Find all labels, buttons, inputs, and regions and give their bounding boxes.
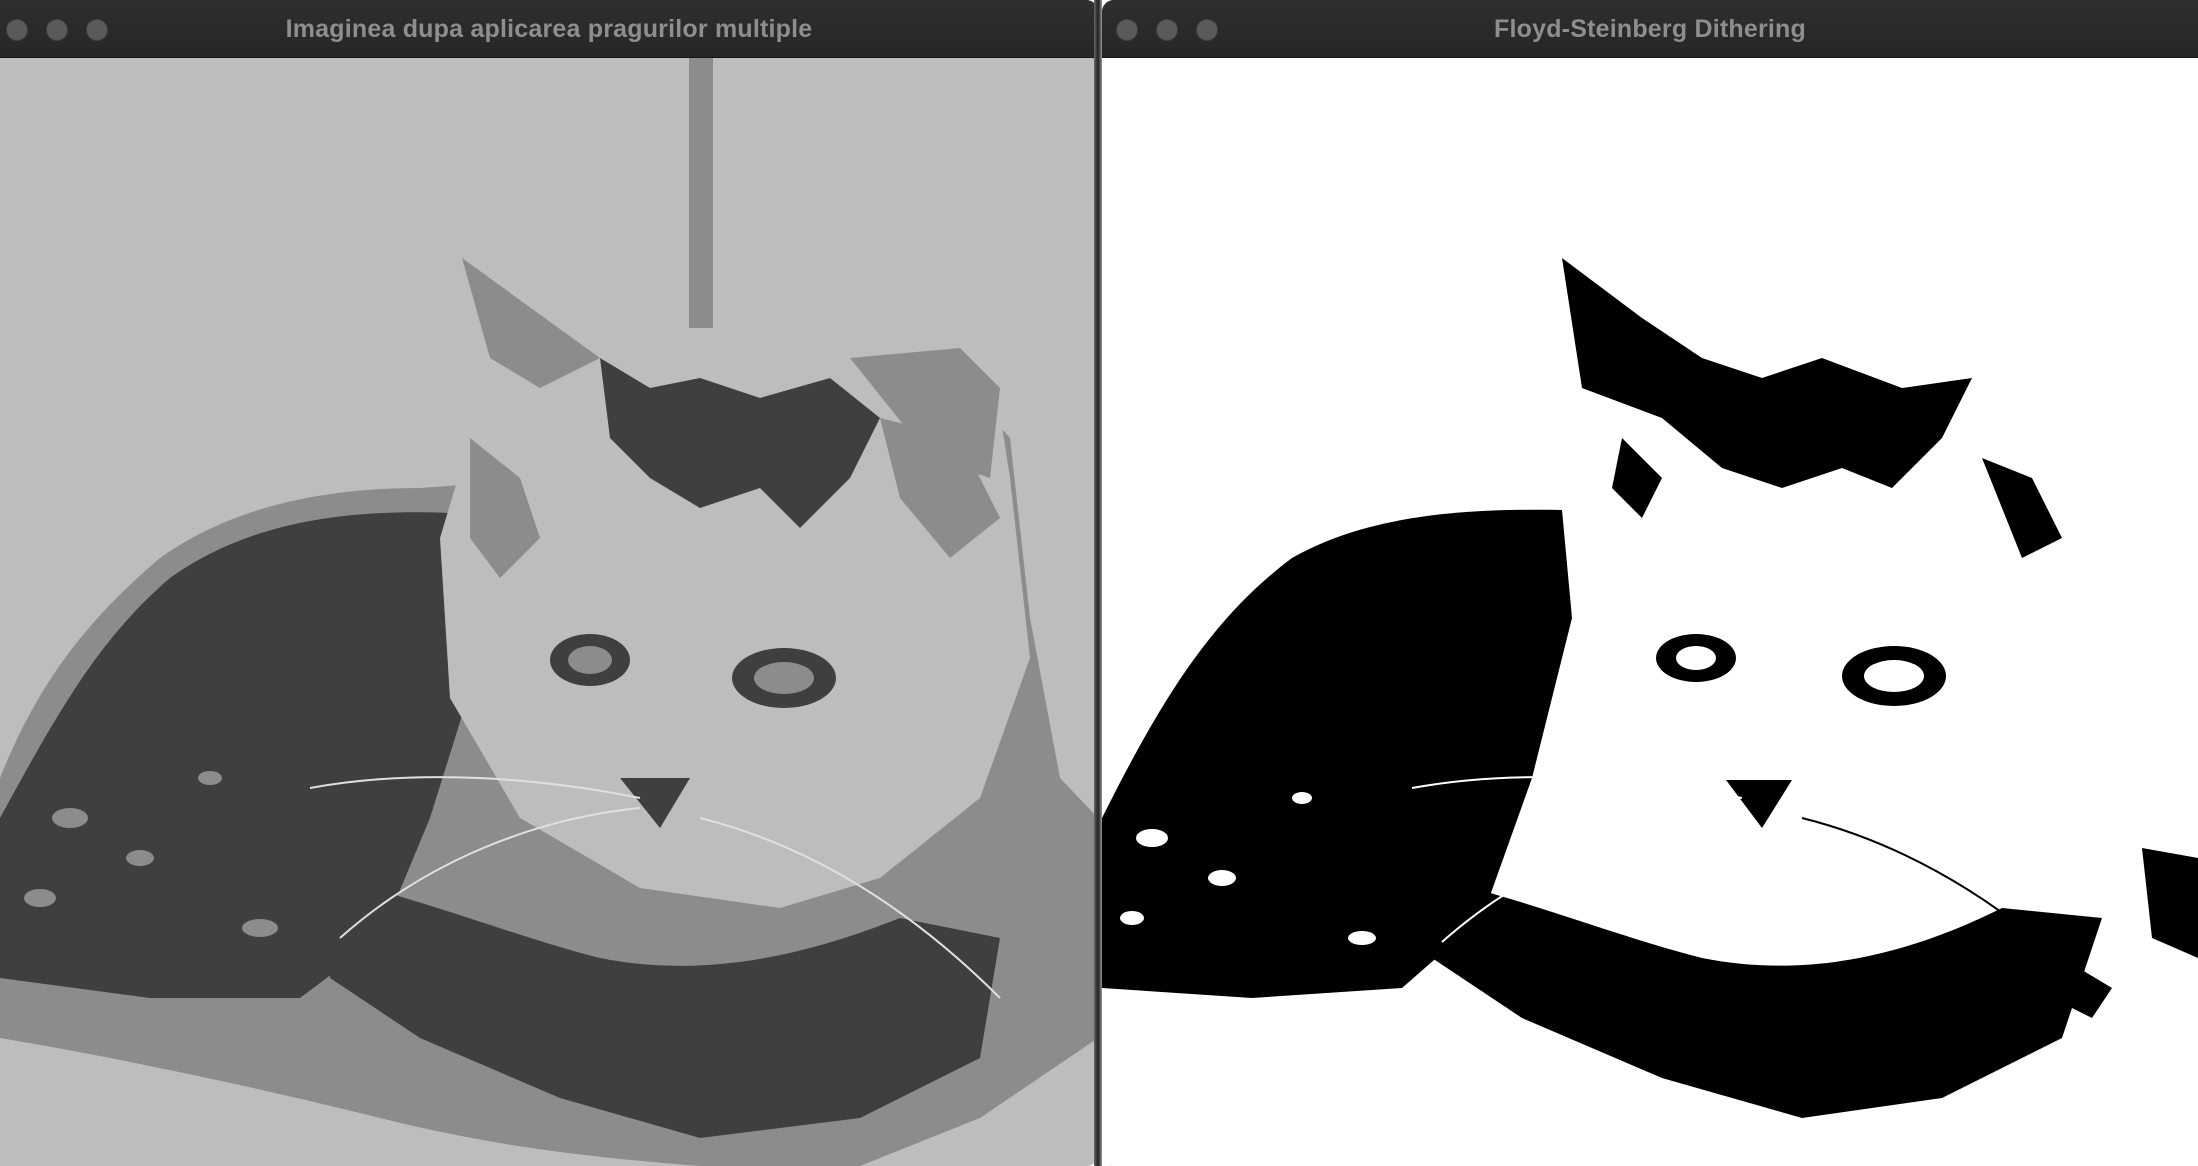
cat-image-multi-threshold (0, 58, 1098, 1166)
close-button-icon[interactable] (6, 19, 28, 41)
titlebar[interactable]: Floyd-Steinberg Dithering (1102, 0, 2198, 58)
minimize-button-icon[interactable] (1156, 19, 1178, 41)
image-canvas (0, 58, 1098, 1166)
titlebar[interactable]: Imaginea dupa aplicarea pragurilor multi… (0, 0, 1098, 58)
zoom-button-icon[interactable] (1196, 19, 1218, 41)
image-canvas (1102, 58, 2198, 1166)
minimize-button-icon[interactable] (46, 19, 68, 41)
cat-image-dithered (1102, 58, 2198, 1166)
window-dithering: Floyd-Steinberg Dithering (1102, 0, 2198, 1166)
window-title: Imaginea dupa aplicarea pragurilor multi… (285, 15, 813, 43)
window-title: Floyd-Steinberg Dithering (1494, 15, 1806, 43)
close-button-icon[interactable] (1116, 19, 1138, 41)
zoom-button-icon[interactable] (86, 19, 108, 41)
window-multi-threshold: Imaginea dupa aplicarea pragurilor multi… (0, 0, 1098, 1166)
window-divider (1094, 0, 1102, 1166)
